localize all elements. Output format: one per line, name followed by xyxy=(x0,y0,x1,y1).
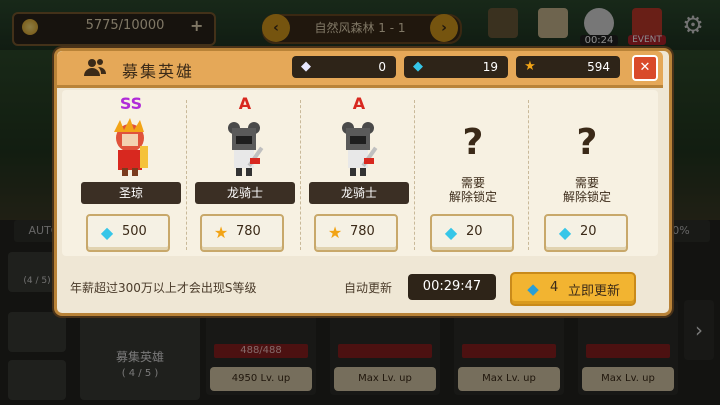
hero-name: 龙骑士 xyxy=(309,182,409,204)
diamond-icon: ◆ xyxy=(413,59,423,74)
recruit-cost: 780 xyxy=(236,224,261,239)
slot-divider xyxy=(186,100,187,250)
unlock-text-line1: 需要 xyxy=(574,176,599,190)
auto-refresh-label: 自动更新 xyxy=(344,281,393,295)
slot-divider xyxy=(414,100,415,250)
star-value: 594 xyxy=(587,60,610,74)
unlock-text-line2: 解除锁定 xyxy=(448,190,497,204)
footer-note: 年薪超过300万以上才会出现S等级 xyxy=(70,281,257,295)
modal-title: 募集英雄 xyxy=(122,62,195,81)
hero-grade: A xyxy=(238,94,252,113)
slot-divider xyxy=(528,100,529,250)
locked-slot-mark: ? xyxy=(576,122,598,163)
locked-slot-mark: ? xyxy=(462,122,484,163)
recruit-button[interactable]: ★ 780 xyxy=(314,214,398,252)
unlock-button[interactable]: ◆ 20 xyxy=(430,214,514,252)
slot-divider xyxy=(300,100,301,250)
diamond-icon: ◆ xyxy=(444,223,458,242)
hero-grade: A xyxy=(352,94,366,113)
recruit-cost: 780 xyxy=(350,224,375,239)
close-button[interactable]: ✕ xyxy=(632,55,658,81)
gem-value: 0 xyxy=(378,60,386,74)
refresh-label: 立即更新 xyxy=(568,284,621,299)
unlock-text-line1: 需要 xyxy=(460,176,485,190)
hero-portrait xyxy=(210,116,280,178)
auto-refresh-timer: 00:29:47 xyxy=(408,274,496,300)
star-counter: ★ 594 xyxy=(516,56,620,78)
refresh-now-button[interactable]: ◆ 4 立即更新 xyxy=(510,272,636,306)
hero-grade: SS xyxy=(119,94,143,113)
gem-counter: ◆ 0 xyxy=(292,56,396,78)
hero-portrait xyxy=(96,116,166,178)
users-icon xyxy=(82,56,108,80)
hero-name: 圣琼 xyxy=(81,182,181,204)
diamond-counter: ◆ 19 xyxy=(404,56,508,78)
diamond-icon: ◆ xyxy=(100,223,114,242)
refresh-cost: 4 xyxy=(550,280,559,295)
recruit-button[interactable]: ◆ 500 xyxy=(86,214,170,252)
recruit-button[interactable]: ★ 780 xyxy=(200,214,284,252)
hero-portrait xyxy=(324,116,394,178)
unlock-cost: 20 xyxy=(580,224,597,239)
recruit-cost: 500 xyxy=(122,224,147,239)
hero-name: 龙骑士 xyxy=(195,182,295,204)
gem-icon: ◆ xyxy=(301,59,311,74)
star-icon: ★ xyxy=(524,59,536,74)
unlock-required-text: 需要 解除锁定 xyxy=(418,176,528,204)
unlock-cost: 20 xyxy=(466,224,483,239)
star-icon: ★ xyxy=(213,223,229,242)
diamond-icon: ◆ xyxy=(527,280,539,298)
unlock-button[interactable]: ◆ 20 xyxy=(544,214,628,252)
diamond-icon: ◆ xyxy=(558,223,572,242)
diamond-value: 19 xyxy=(482,60,498,74)
unlock-required-text: 需要 解除锁定 xyxy=(532,176,642,204)
unlock-text-line2: 解除锁定 xyxy=(562,190,611,204)
star-icon: ★ xyxy=(327,223,343,242)
